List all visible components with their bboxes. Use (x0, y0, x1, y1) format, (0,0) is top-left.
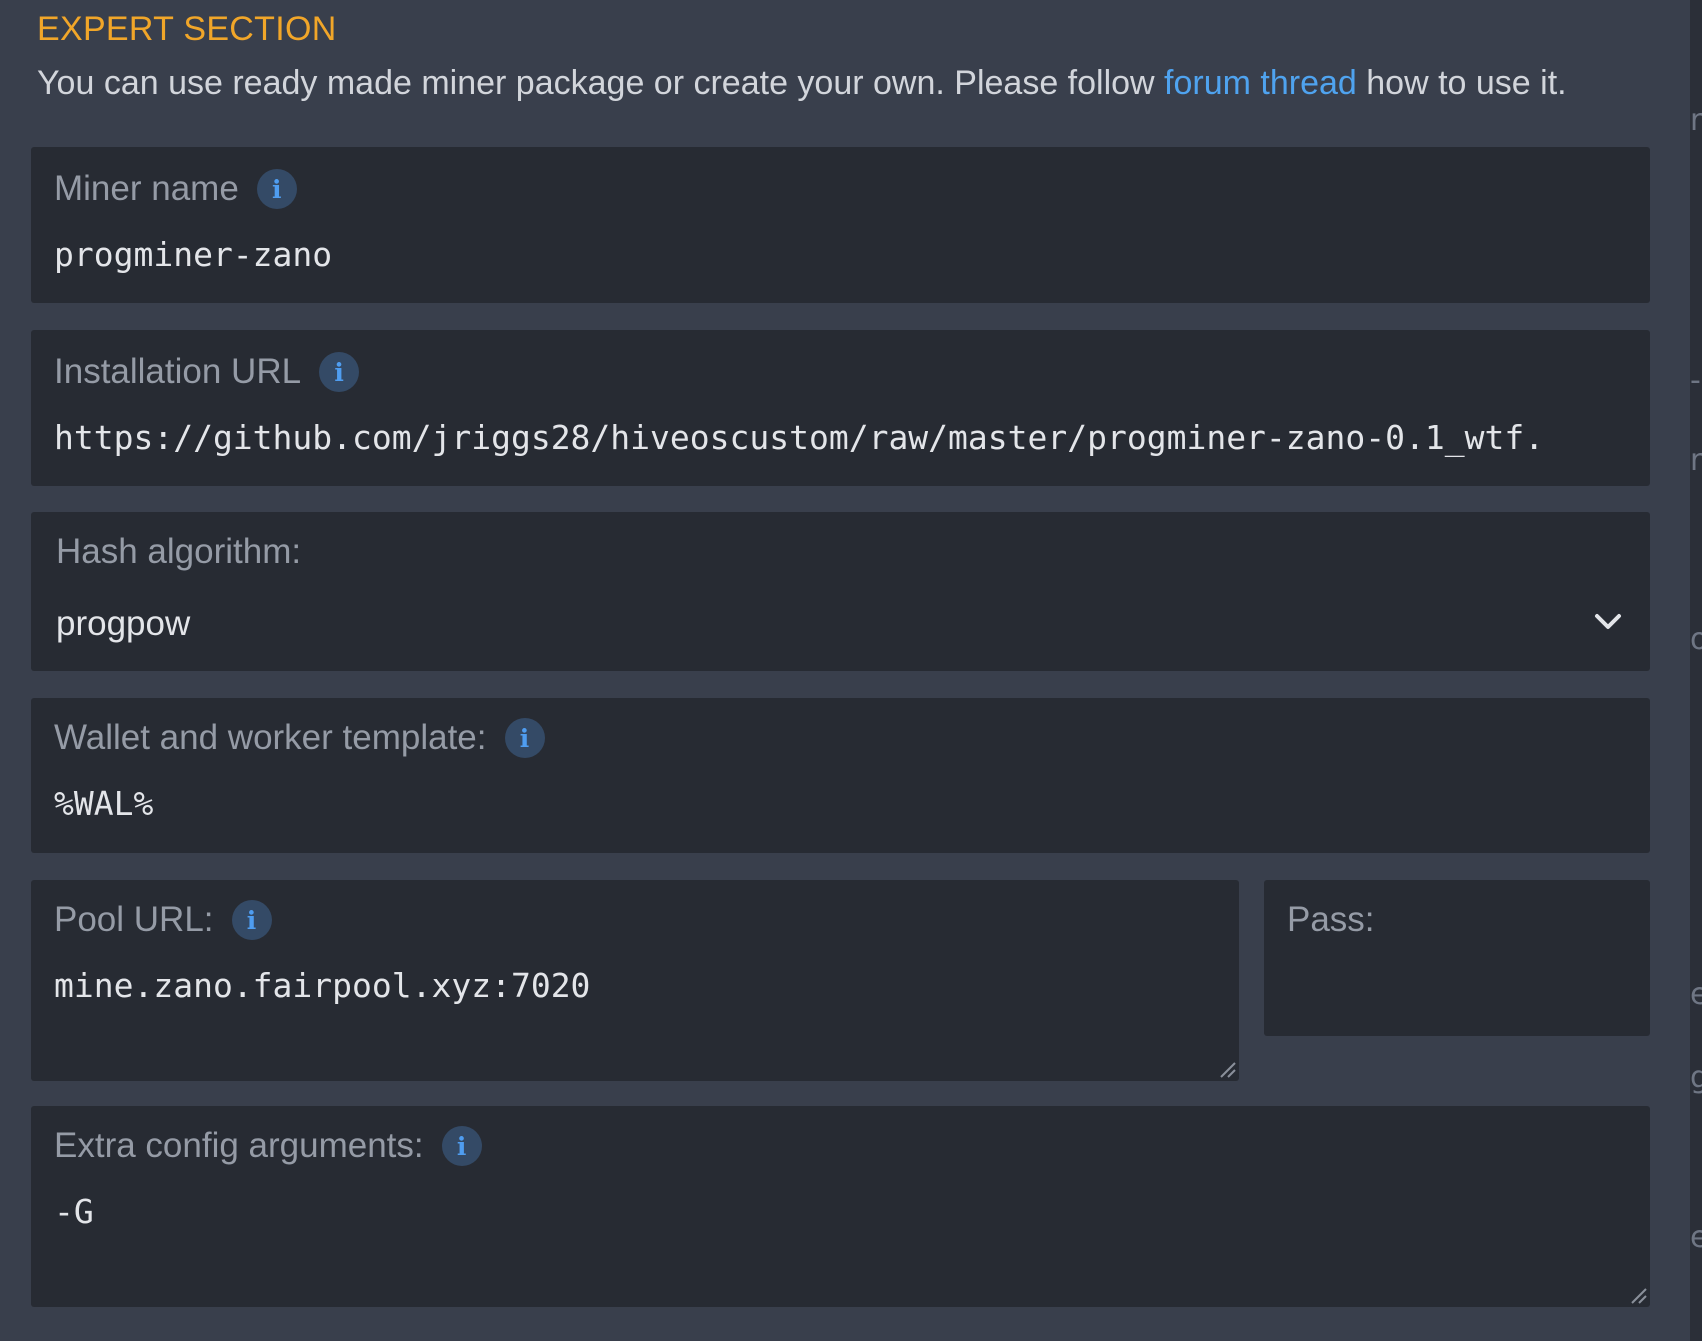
miner-name-label-text: Miner name (54, 169, 239, 208)
hash-algorithm-select[interactable]: Hash algorithm: progpow (31, 512, 1650, 671)
extra-config-field[interactable]: Extra config arguments: i (31, 1106, 1650, 1307)
edge-text: r (1690, 443, 1702, 478)
adjacent-panel-edge: r - r o e g e (1690, 0, 1702, 1341)
pool-url-field[interactable]: Pool URL: i (31, 880, 1239, 1081)
info-icon[interactable]: i (319, 352, 360, 392)
wallet-template-input[interactable] (54, 784, 1630, 823)
pool-url-label: Pool URL: i (54, 900, 272, 940)
info-icon[interactable]: i (441, 1126, 482, 1166)
section-title: EXPERT SECTION (37, 10, 337, 48)
info-icon[interactable]: i (504, 718, 545, 758)
pass-label: Pass: (1287, 900, 1375, 939)
wallet-template-label: Wallet and worker template: i (54, 718, 545, 758)
section-description: You can use ready made miner package or … (37, 64, 1567, 103)
description-text-before: You can use ready made miner package or … (37, 64, 1165, 102)
hash-algorithm-selected-value[interactable]: progpow (56, 604, 190, 644)
chevron-down-icon[interactable] (1592, 606, 1624, 638)
edge-text: - (1690, 363, 1701, 398)
info-icon[interactable]: i (256, 169, 297, 209)
expert-section-panel: EXPERT SECTION You can use ready made mi… (0, 0, 1690, 1341)
extra-config-input[interactable] (54, 1192, 1630, 1231)
description-text-after: how to use it. (1356, 64, 1567, 102)
edge-text: o (1690, 622, 1702, 657)
installation-url-input[interactable] (54, 418, 1630, 457)
edge-text: e (1690, 1220, 1702, 1255)
wallet-template-field[interactable]: Wallet and worker template: i (31, 698, 1650, 853)
resize-grip-icon[interactable] (1626, 1283, 1648, 1305)
pass-input[interactable] (1287, 966, 1630, 1005)
installation-url-label: Installation URL i (54, 352, 360, 392)
info-icon[interactable]: i (231, 900, 272, 940)
edge-text: r (1690, 103, 1702, 138)
installation-url-label-text: Installation URL (54, 352, 302, 391)
miner-name-field[interactable]: Miner name i (31, 147, 1650, 303)
edge-text: g (1690, 1060, 1702, 1095)
resize-grip-icon[interactable] (1215, 1057, 1237, 1079)
hash-algorithm-label: Hash algorithm: (56, 532, 302, 571)
edge-text: e (1690, 977, 1702, 1012)
forum-thread-link[interactable]: forum thread (1164, 64, 1357, 102)
extra-config-label-text: Extra config arguments: (54, 1126, 424, 1165)
pool-url-input[interactable] (54, 966, 1219, 1005)
extra-config-label: Extra config arguments: i (54, 1126, 482, 1166)
miner-name-input[interactable] (54, 235, 1630, 274)
pass-field[interactable]: Pass: (1264, 880, 1650, 1036)
pool-url-label-text: Pool URL: (54, 900, 214, 939)
installation-url-field[interactable]: Installation URL i (31, 330, 1650, 486)
wallet-template-label-text: Wallet and worker template: (54, 718, 487, 757)
miner-name-label: Miner name i (54, 169, 297, 209)
